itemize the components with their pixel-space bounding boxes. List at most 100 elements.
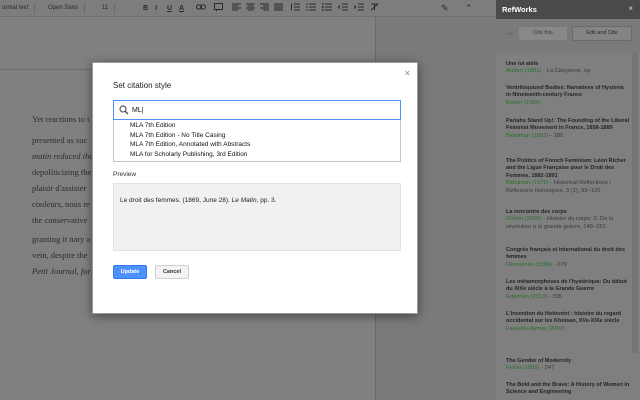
preview-text-end: , pp. 3. <box>256 197 277 204</box>
document-line: depoliticizing the <box>32 167 92 177</box>
cite-this-tab[interactable]: Cite this <box>519 27 567 40</box>
decrease-indent-icon[interactable] <box>337 3 348 14</box>
document-line: vein, despite the <box>32 250 88 260</box>
reference-meta: Fauvelle-Aymar (2002) <box>506 326 630 333</box>
collapse-icon[interactable]: ⌃ <box>465 3 473 14</box>
preview-source-title: Le Matin <box>231 197 257 204</box>
document-line: matin reduced the <box>32 151 94 161</box>
sidebar-header: RefWorks × <box>496 0 640 19</box>
close-icon[interactable]: × <box>405 68 410 78</box>
reference-item[interactable]: L'invention du Hottentot : histoire du r… <box>506 311 630 333</box>
dialog-title: Set citation style <box>113 81 172 90</box>
link-icon[interactable] <box>196 3 210 14</box>
suggestion-item[interactable]: MLA 7th Edition, Annotated with Abstract… <box>130 140 250 149</box>
align-left-icon[interactable] <box>232 3 241 14</box>
reference-title: Les métamorphoses de l'hystérique: Du dé… <box>506 279 627 293</box>
underline-button[interactable]: U <box>167 3 172 14</box>
reference-item[interactable]: Les métamorphoses de l'hystérique: Du dé… <box>506 279 630 301</box>
citation-style-dialog: Set citation style × MLA 7th Edition MLA… <box>92 62 418 314</box>
reference-item[interactable]: Une loi atèle Audert (1881) - La Citoyen… <box>506 61 630 76</box>
formatting-toolbar: ormal text Open Sans 11 B I U A ✎ ⌃ <box>0 0 496 17</box>
justify-icon[interactable] <box>274 3 283 14</box>
sidebar-title: RefWorks <box>502 5 537 14</box>
tab-truncated[interactable]: Le <box>507 31 513 37</box>
reference-title: L'invention du Hottentot : histoire du r… <box>506 311 621 325</box>
reference-details: - 285 <box>548 132 564 139</box>
reference-meta: Desraimes (1889) - 279 <box>506 262 630 269</box>
reference-title: Congrès français et international du dro… <box>506 247 625 261</box>
reference-meta: Bidelman (1976) - Historical Reflections… <box>506 180 630 195</box>
reference-meta: Edelman (2013) - 395 <box>506 294 630 301</box>
bold-button[interactable]: B <box>143 3 148 14</box>
document-line: couleurs, nous re <box>32 199 90 209</box>
reference-author: Felski (1995) <box>506 365 540 372</box>
citation-preview: Le droit des femmes. (1869, June 28). Le… <box>120 197 276 204</box>
reference-author: Corbin (2005) <box>506 216 542 223</box>
reference-meta: Audert (1881) - La Citoyenne, np <box>506 68 630 75</box>
reference-item[interactable]: La rencontre des corps Corbin (2005) - H… <box>506 209 630 231</box>
reference-item[interactable]: Ventriloquized Bodies: Narratives of Hys… <box>506 85 630 107</box>
paragraph-style-dropdown[interactable]: ormal text <box>2 3 36 14</box>
line-spacing-icon[interactable] <box>290 3 300 14</box>
text-color-button[interactable]: A <box>179 3 184 14</box>
preview-box: Le droit des femmes. (1869, June 28). Le… <box>113 183 401 251</box>
reference-meta: Bidelman (1982) - 285 <box>506 133 630 140</box>
suggestion-item[interactable]: MLA 7th Edition - No Title Casing <box>130 131 225 140</box>
document-line: the conservative <box>32 215 88 225</box>
suggestion-item[interactable]: MLA for Scholarly Publishing, 3rd Editio… <box>130 150 247 159</box>
reference-author: Audert (1881) <box>506 68 542 75</box>
reference-title: La rencontre des corps <box>506 209 567 215</box>
align-right-icon[interactable] <box>260 3 269 14</box>
sidebar-tabbar: Le Cite this Edit and Cite <box>496 19 640 53</box>
preview-label: Preview <box>113 171 137 178</box>
reference-item[interactable]: The Bold and the Brave: A History of Wom… <box>506 382 630 397</box>
bulleted-list-icon[interactable] <box>322 3 332 14</box>
reference-title: Pariahs Stand Up!: The Founding of the L… <box>506 118 630 132</box>
reference-meta: Corbin (2005) - Histoire du corps: 2: De… <box>506 216 630 231</box>
edit-and-cite-button[interactable]: Edit and Cite <box>572 26 632 41</box>
reference-title: Une loi atèle <box>506 61 539 67</box>
font-size-dropdown[interactable]: 11 <box>102 3 116 14</box>
reference-item[interactable]: Pariahs Stand Up!: The Founding of the L… <box>506 118 630 140</box>
reference-meta: Beizer (1994) <box>506 100 630 107</box>
document-line: granting it nary a <box>32 234 91 244</box>
reference-meta: Felski (1995) - 247 <box>506 365 630 372</box>
citation-search-box[interactable] <box>113 100 401 120</box>
comment-icon[interactable] <box>214 3 223 14</box>
increase-indent-icon[interactable] <box>353 3 364 14</box>
clear-formatting-icon[interactable] <box>370 3 379 14</box>
reference-details: - 247 <box>539 365 555 372</box>
refworks-sidebar: RefWorks × Le Cite this Edit and Cite Un… <box>496 0 640 400</box>
reference-item[interactable]: The Politics of French Feminism: Léon Ri… <box>506 158 630 195</box>
document-line: plaisir d'assister <box>32 183 87 193</box>
preview-text-start: Le droit des femmes. (1869, June 28). <box>120 197 232 204</box>
reference-details: - La Citoyenne, np <box>541 68 591 75</box>
reference-author: Fauvelle-Aymar (2002) <box>506 325 565 332</box>
italic-button[interactable]: I <box>155 3 157 14</box>
cancel-button[interactable]: Cancel <box>155 265 189 279</box>
update-button[interactable]: Update <box>113 265 147 279</box>
reference-item[interactable]: Congrès français et international du dro… <box>506 247 630 269</box>
reference-details: - 395 <box>547 293 563 300</box>
reference-title: Ventriloquized Bodies: Narratives of Hys… <box>506 85 624 99</box>
style-suggestions-list: MLA 7th Edition MLA 7th Edition - No Tit… <box>113 120 401 162</box>
reference-title: The Gender of Modernity <box>506 358 572 364</box>
reference-author: Bidelman (1982) <box>506 132 549 139</box>
reference-details: - 279 <box>552 261 567 268</box>
reference-author: Bidelman (1976) <box>506 180 549 187</box>
citation-style-search-input[interactable] <box>132 103 392 117</box>
search-icon <box>119 105 129 115</box>
suggestion-item[interactable]: MLA 7th Edition <box>130 121 176 130</box>
reference-author: Beizer (1994) <box>506 99 541 106</box>
reference-item[interactable]: The Gender of Modernity Felski (1995) - … <box>506 358 630 373</box>
numbered-list-icon[interactable] <box>306 3 316 14</box>
sidebar-close-icon[interactable]: × <box>628 4 633 13</box>
sidebar-scrollbar[interactable] <box>632 53 638 353</box>
align-center-icon[interactable] <box>246 3 255 14</box>
pen-icon[interactable]: ✎ <box>441 3 449 14</box>
reference-title: The Bold and the Brave: A History of Wom… <box>506 382 630 396</box>
document-line: Petit Journal, for i <box>32 266 96 276</box>
document-line: presented as suc <box>32 135 88 145</box>
font-dropdown[interactable]: Open Sans <box>48 3 86 14</box>
reference-title: The Politics of French Feminism: Léon Ri… <box>506 158 626 179</box>
